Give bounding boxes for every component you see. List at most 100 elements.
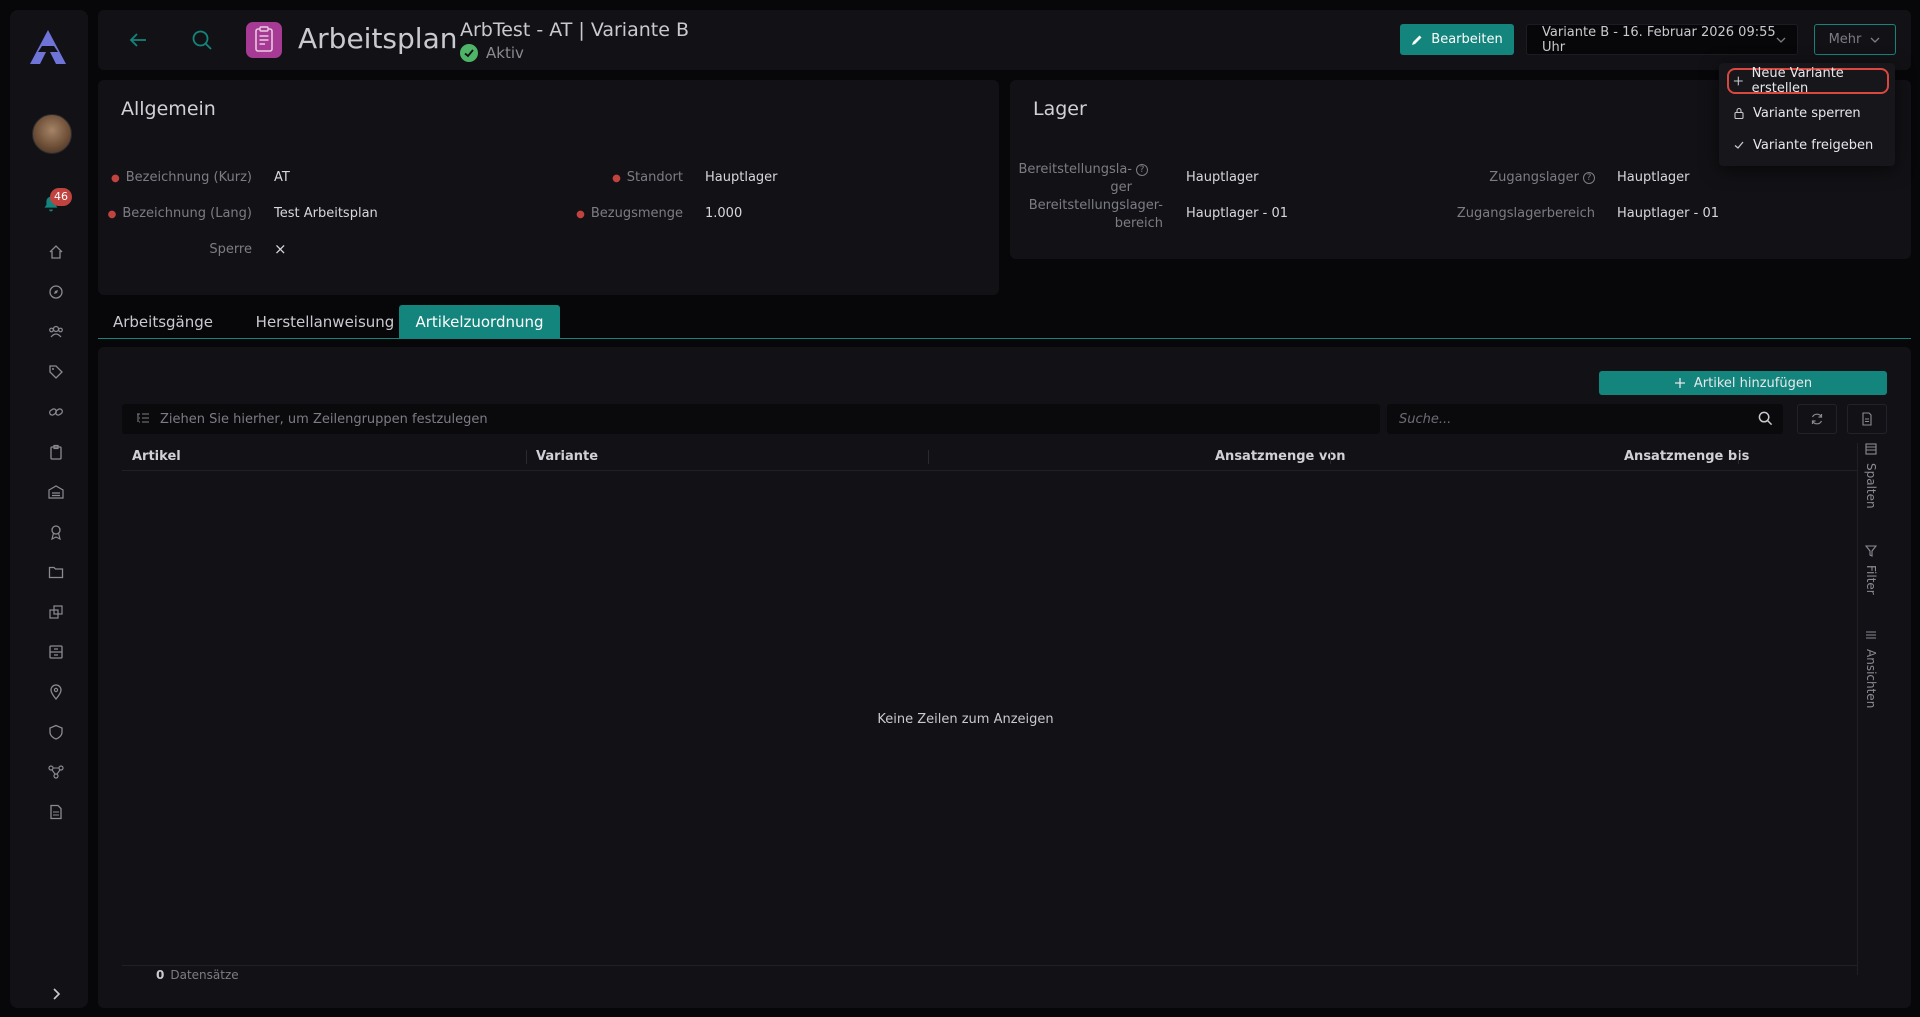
map-pin-icon[interactable] bbox=[48, 684, 64, 701]
document-icon[interactable] bbox=[48, 804, 64, 820]
user-avatar[interactable] bbox=[32, 114, 72, 154]
tab-manufacturing-instructions[interactable]: Herstellanweisung bbox=[240, 305, 410, 338]
check-circle-icon bbox=[460, 44, 478, 62]
provision-storage-area-value[interactable]: Hauptlager - 01 bbox=[1186, 206, 1288, 221]
side-tab-columns-label: Spalten bbox=[1864, 463, 1878, 509]
column-header-quantity-from[interactable]: Ansatzmenge von bbox=[1215, 449, 1346, 464]
empty-grid-message: Keine Zeilen zum Anzeigen bbox=[877, 712, 1054, 727]
row-group-drop-zone[interactable]: Ziehen Sie hierher, um Zeilengruppen fes… bbox=[122, 404, 1380, 434]
file-export-icon bbox=[1862, 412, 1872, 426]
users-icon[interactable] bbox=[48, 324, 64, 340]
receipt-storage-value[interactable]: Hauptlager bbox=[1617, 170, 1690, 185]
reference-quantity-label: ● Bezugsmenge bbox=[576, 206, 683, 221]
clipboard-icon[interactable] bbox=[48, 444, 64, 460]
receipt-storage-area-label: Zugangslagerbereich bbox=[1456, 206, 1595, 221]
menu-item-new-variant[interactable]: Neue Variante erstellen bbox=[1727, 66, 1889, 96]
side-tab-views[interactable]: Ansichten bbox=[1864, 629, 1878, 708]
menu-item-release-variant[interactable]: Variante freigeben bbox=[1729, 132, 1887, 158]
reference-quantity-value[interactable]: 1.000 bbox=[705, 206, 742, 221]
column-resize-handle[interactable] bbox=[1330, 450, 1331, 464]
add-article-label: Artikel hinzufügen bbox=[1693, 375, 1813, 391]
back-arrow-icon[interactable] bbox=[126, 28, 150, 52]
search-icon[interactable] bbox=[190, 28, 214, 52]
more-button-label: Mehr bbox=[1828, 32, 1862, 47]
add-article-button[interactable]: Artikel hinzufügen bbox=[1599, 371, 1887, 395]
general-panel-title: Allgemein bbox=[121, 98, 216, 120]
tab-operations[interactable]: Arbeitsgänge bbox=[98, 305, 228, 338]
plus-icon bbox=[1674, 378, 1685, 388]
grid-search-input[interactable]: Suche... bbox=[1387, 404, 1783, 434]
column-resize-handle[interactable] bbox=[928, 450, 929, 464]
location-value[interactable]: Hauptlager bbox=[705, 170, 778, 185]
column-header-quantity-to[interactable]: Ansatzmenge bis bbox=[1624, 449, 1749, 464]
grid-tool-panel: Spalten Filter Ansichten bbox=[1857, 443, 1887, 975]
record-subtitle: ArbTest - AT | Variante B bbox=[460, 19, 689, 41]
side-tab-views-label: Ansichten bbox=[1864, 649, 1878, 709]
receipt-storage-label: Zugangslager? bbox=[1310, 170, 1595, 185]
list-tree-icon bbox=[137, 413, 149, 423]
provision-storage-label: Bereitstellungsla-? ger bbox=[1010, 161, 1148, 197]
views-icon bbox=[1866, 631, 1876, 639]
work-plan-app-icon bbox=[246, 22, 282, 58]
tag-icon[interactable] bbox=[48, 364, 64, 380]
side-tab-columns[interactable]: Spalten bbox=[1864, 443, 1878, 509]
provision-storage-value[interactable]: Hauptlager bbox=[1186, 170, 1259, 185]
status-text: Aktiv bbox=[486, 44, 524, 62]
link-icon[interactable] bbox=[48, 404, 64, 420]
lock-icon bbox=[1734, 107, 1744, 119]
boxes-icon[interactable] bbox=[48, 604, 64, 620]
status-indicator: Aktiv bbox=[460, 44, 524, 62]
lock-value[interactable]: × bbox=[274, 240, 287, 258]
article-grid-panel: Artikel hinzufügen Ziehen Sie hierher, u… bbox=[98, 347, 1911, 1008]
short-name-label: ● Bezeichnung (Kurz) bbox=[110, 170, 252, 185]
home-icon[interactable] bbox=[48, 244, 64, 260]
provision-storage-area-label: Bereitstellungslager- bereich bbox=[1028, 198, 1163, 231]
help-icon[interactable]: ? bbox=[1583, 171, 1595, 184]
check-icon bbox=[1734, 141, 1744, 149]
long-name-value[interactable]: Test Arbeitsplan bbox=[274, 206, 378, 221]
tab-article-assignment[interactable]: Artikelzuordnung bbox=[399, 305, 560, 338]
expand-sidebar-icon[interactable] bbox=[48, 986, 64, 1002]
warehouse-icon[interactable] bbox=[48, 484, 64, 500]
award-icon[interactable] bbox=[48, 524, 64, 541]
network-icon[interactable] bbox=[48, 764, 64, 780]
shield-icon[interactable] bbox=[48, 724, 64, 740]
pencil-icon bbox=[1412, 35, 1422, 45]
archive-icon[interactable] bbox=[48, 644, 64, 660]
lock-label: Sperre bbox=[209, 242, 252, 257]
refresh-button[interactable] bbox=[1797, 404, 1837, 434]
column-header-article[interactable]: Artikel bbox=[132, 449, 181, 464]
app-logo-icon[interactable] bbox=[28, 28, 68, 68]
receipt-storage-area-value[interactable]: Hauptlager - 01 bbox=[1617, 206, 1719, 221]
variant-select-value: Variante B - 16. Februar 2026 09:55 Uhr bbox=[1542, 24, 1776, 55]
compass-icon[interactable] bbox=[48, 284, 64, 300]
short-name-value[interactable]: AT bbox=[274, 170, 290, 185]
location-label: ● Standort bbox=[612, 170, 683, 185]
variant-select[interactable]: Variante B - 16. Februar 2026 09:55 Uhr bbox=[1526, 24, 1798, 55]
storage-panel-title: Lager bbox=[1033, 98, 1087, 120]
detail-tabs: Arbeitsgänge Herstellanweisung Artikelzu… bbox=[98, 305, 1911, 339]
side-tab-filter[interactable]: Filter bbox=[1864, 545, 1878, 595]
general-panel: Allgemein ● Bezeichnung (Kurz) AT ● Bezeic… bbox=[98, 80, 999, 295]
folder-icon[interactable] bbox=[48, 564, 64, 580]
edit-button[interactable]: Bearbeiten bbox=[1400, 24, 1514, 55]
notification-badge: 46 bbox=[50, 188, 72, 206]
long-name-label: ● Bezeichnung (Lang) bbox=[107, 206, 252, 221]
column-header-variant[interactable]: Variante bbox=[536, 449, 598, 464]
column-resize-handle[interactable] bbox=[1738, 450, 1739, 464]
column-resize-handle[interactable] bbox=[526, 450, 527, 464]
filter-icon bbox=[1865, 545, 1877, 557]
search-icon[interactable] bbox=[1758, 411, 1773, 426]
page-title: Arbeitsplan bbox=[298, 22, 458, 55]
page-header: Arbeitsplan ArbTest - AT | Variante B Ak… bbox=[98, 10, 1911, 70]
help-icon[interactable]: ? bbox=[1136, 163, 1148, 176]
menu-item-lock-variant[interactable]: Variante sperren bbox=[1729, 100, 1887, 126]
refresh-icon bbox=[1811, 413, 1823, 425]
export-button[interactable] bbox=[1847, 404, 1887, 434]
grid-header-row: Artikel Variante Ansatzmenge von Ansatzm… bbox=[122, 443, 1857, 471]
menu-item-label: Variante freigeben bbox=[1753, 137, 1874, 153]
more-button[interactable]: Mehr bbox=[1814, 24, 1896, 55]
chevron-down-icon bbox=[1870, 37, 1880, 43]
search-placeholder: Suche... bbox=[1399, 411, 1452, 427]
menu-item-label: Variante sperren bbox=[1753, 105, 1861, 121]
